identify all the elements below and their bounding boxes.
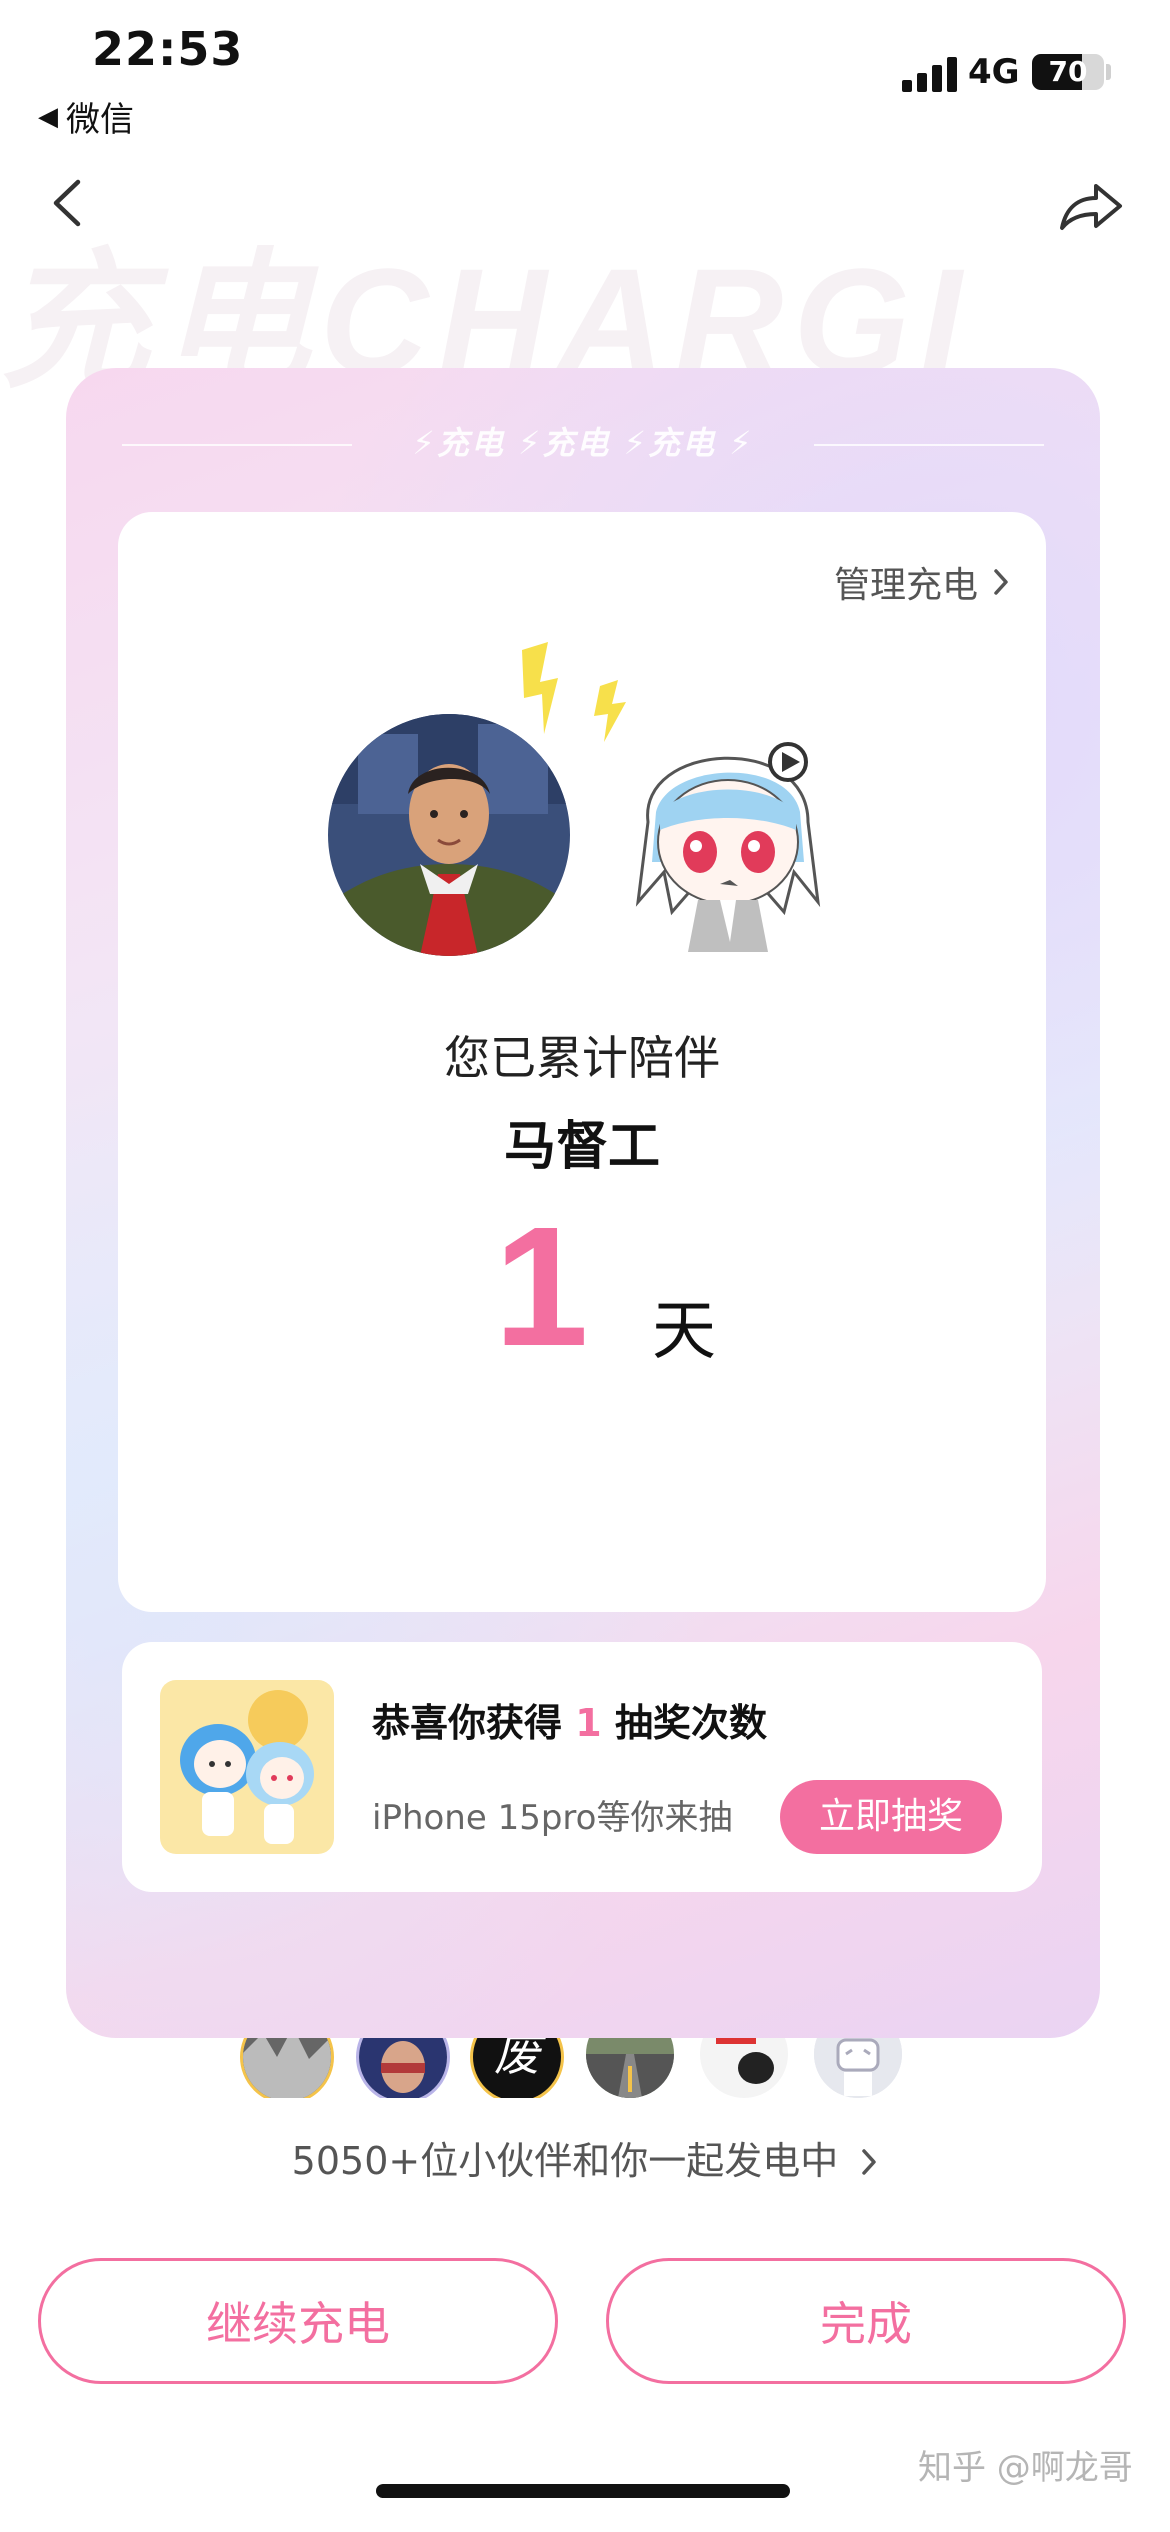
mascot-avatar xyxy=(608,702,848,962)
supporter-avatars[interactable]: 废 xyxy=(0,2038,1170,2098)
lottery-panel: 恭喜你获得 1 抽奖次数 iPhone 15pro等你来抽 立即抽奖 xyxy=(122,1642,1042,1892)
home-indicator xyxy=(376,2484,790,2498)
status-time: 22:53 xyxy=(92,22,244,76)
back-triangle-icon: ◀ xyxy=(38,101,58,132)
signal-icon xyxy=(902,56,958,92)
lottery-subtitle: iPhone 15pro等你来抽 xyxy=(372,1798,733,1838)
supporters-link[interactable]: 5050+位小伙伴和你一起发电中 xyxy=(0,2130,1170,2185)
chevron-right-icon xyxy=(994,569,1008,595)
creator-name: 马督工 xyxy=(503,1117,660,1177)
supporter-avatar xyxy=(240,2038,334,2098)
lottery-count: 1 xyxy=(575,1701,602,1745)
supporter-avatar xyxy=(814,2038,902,2098)
continue-charge-button[interactable]: 继续充电 xyxy=(38,2258,558,2384)
battery-level: 70 xyxy=(1048,55,1088,88)
supporter-avatar xyxy=(586,2038,674,2098)
battery-tip xyxy=(1106,64,1111,80)
share-icon[interactable] xyxy=(1058,176,1124,232)
back-to-app-button[interactable]: ◀ 微信 xyxy=(38,92,134,141)
lottery-thumbnail xyxy=(160,1680,334,1854)
source-watermark: 知乎 @啊龙哥 xyxy=(918,2448,1133,2488)
chevron-left-icon[interactable] xyxy=(48,178,88,228)
supporter-avatar xyxy=(356,2038,450,2098)
charge-banner: ⚡充电 ⚡充电 ⚡充电 ⚡ xyxy=(412,424,754,462)
lottery-title-suffix: 抽奖次数 xyxy=(614,1701,767,1745)
network-type: 4G xyxy=(968,52,1020,92)
manage-charge-link[interactable]: 管理充电 xyxy=(834,556,1010,608)
done-button[interactable]: 完成 xyxy=(606,2258,1126,2384)
accompany-caption: 您已累计陪伴 xyxy=(444,1031,720,1085)
battery-icon: 70 xyxy=(1032,54,1104,90)
lottery-title: 恭喜你获得 1 抽奖次数 xyxy=(372,1692,767,1747)
companion-panel: 管理充电 您已累计陪伴 马督工 1 天 xyxy=(118,512,1046,1612)
user-avatar xyxy=(328,714,570,956)
days-unit: 天 xyxy=(652,1295,716,1369)
supporter-avatar: 废 xyxy=(470,2038,564,2098)
days-count: 1 xyxy=(494,1192,589,1382)
back-app-label: 微信 xyxy=(66,100,134,140)
supporters-count-label: 5050+位小伙伴和你一起发电中 xyxy=(291,2139,839,2183)
supporter-avatar xyxy=(700,2038,788,2098)
chevron-right-icon xyxy=(862,2149,877,2175)
manage-charge-label: 管理充电 xyxy=(833,565,978,606)
charge-card: ⚡充电 ⚡充电 ⚡充电 ⚡ 管理充电 您已累计陪伴 马督工 1 天 恭喜你获得 … xyxy=(66,368,1100,2038)
lottery-title-prefix: 恭喜你获得 xyxy=(372,1701,563,1745)
draw-now-button[interactable]: 立即抽奖 xyxy=(780,1780,1002,1854)
